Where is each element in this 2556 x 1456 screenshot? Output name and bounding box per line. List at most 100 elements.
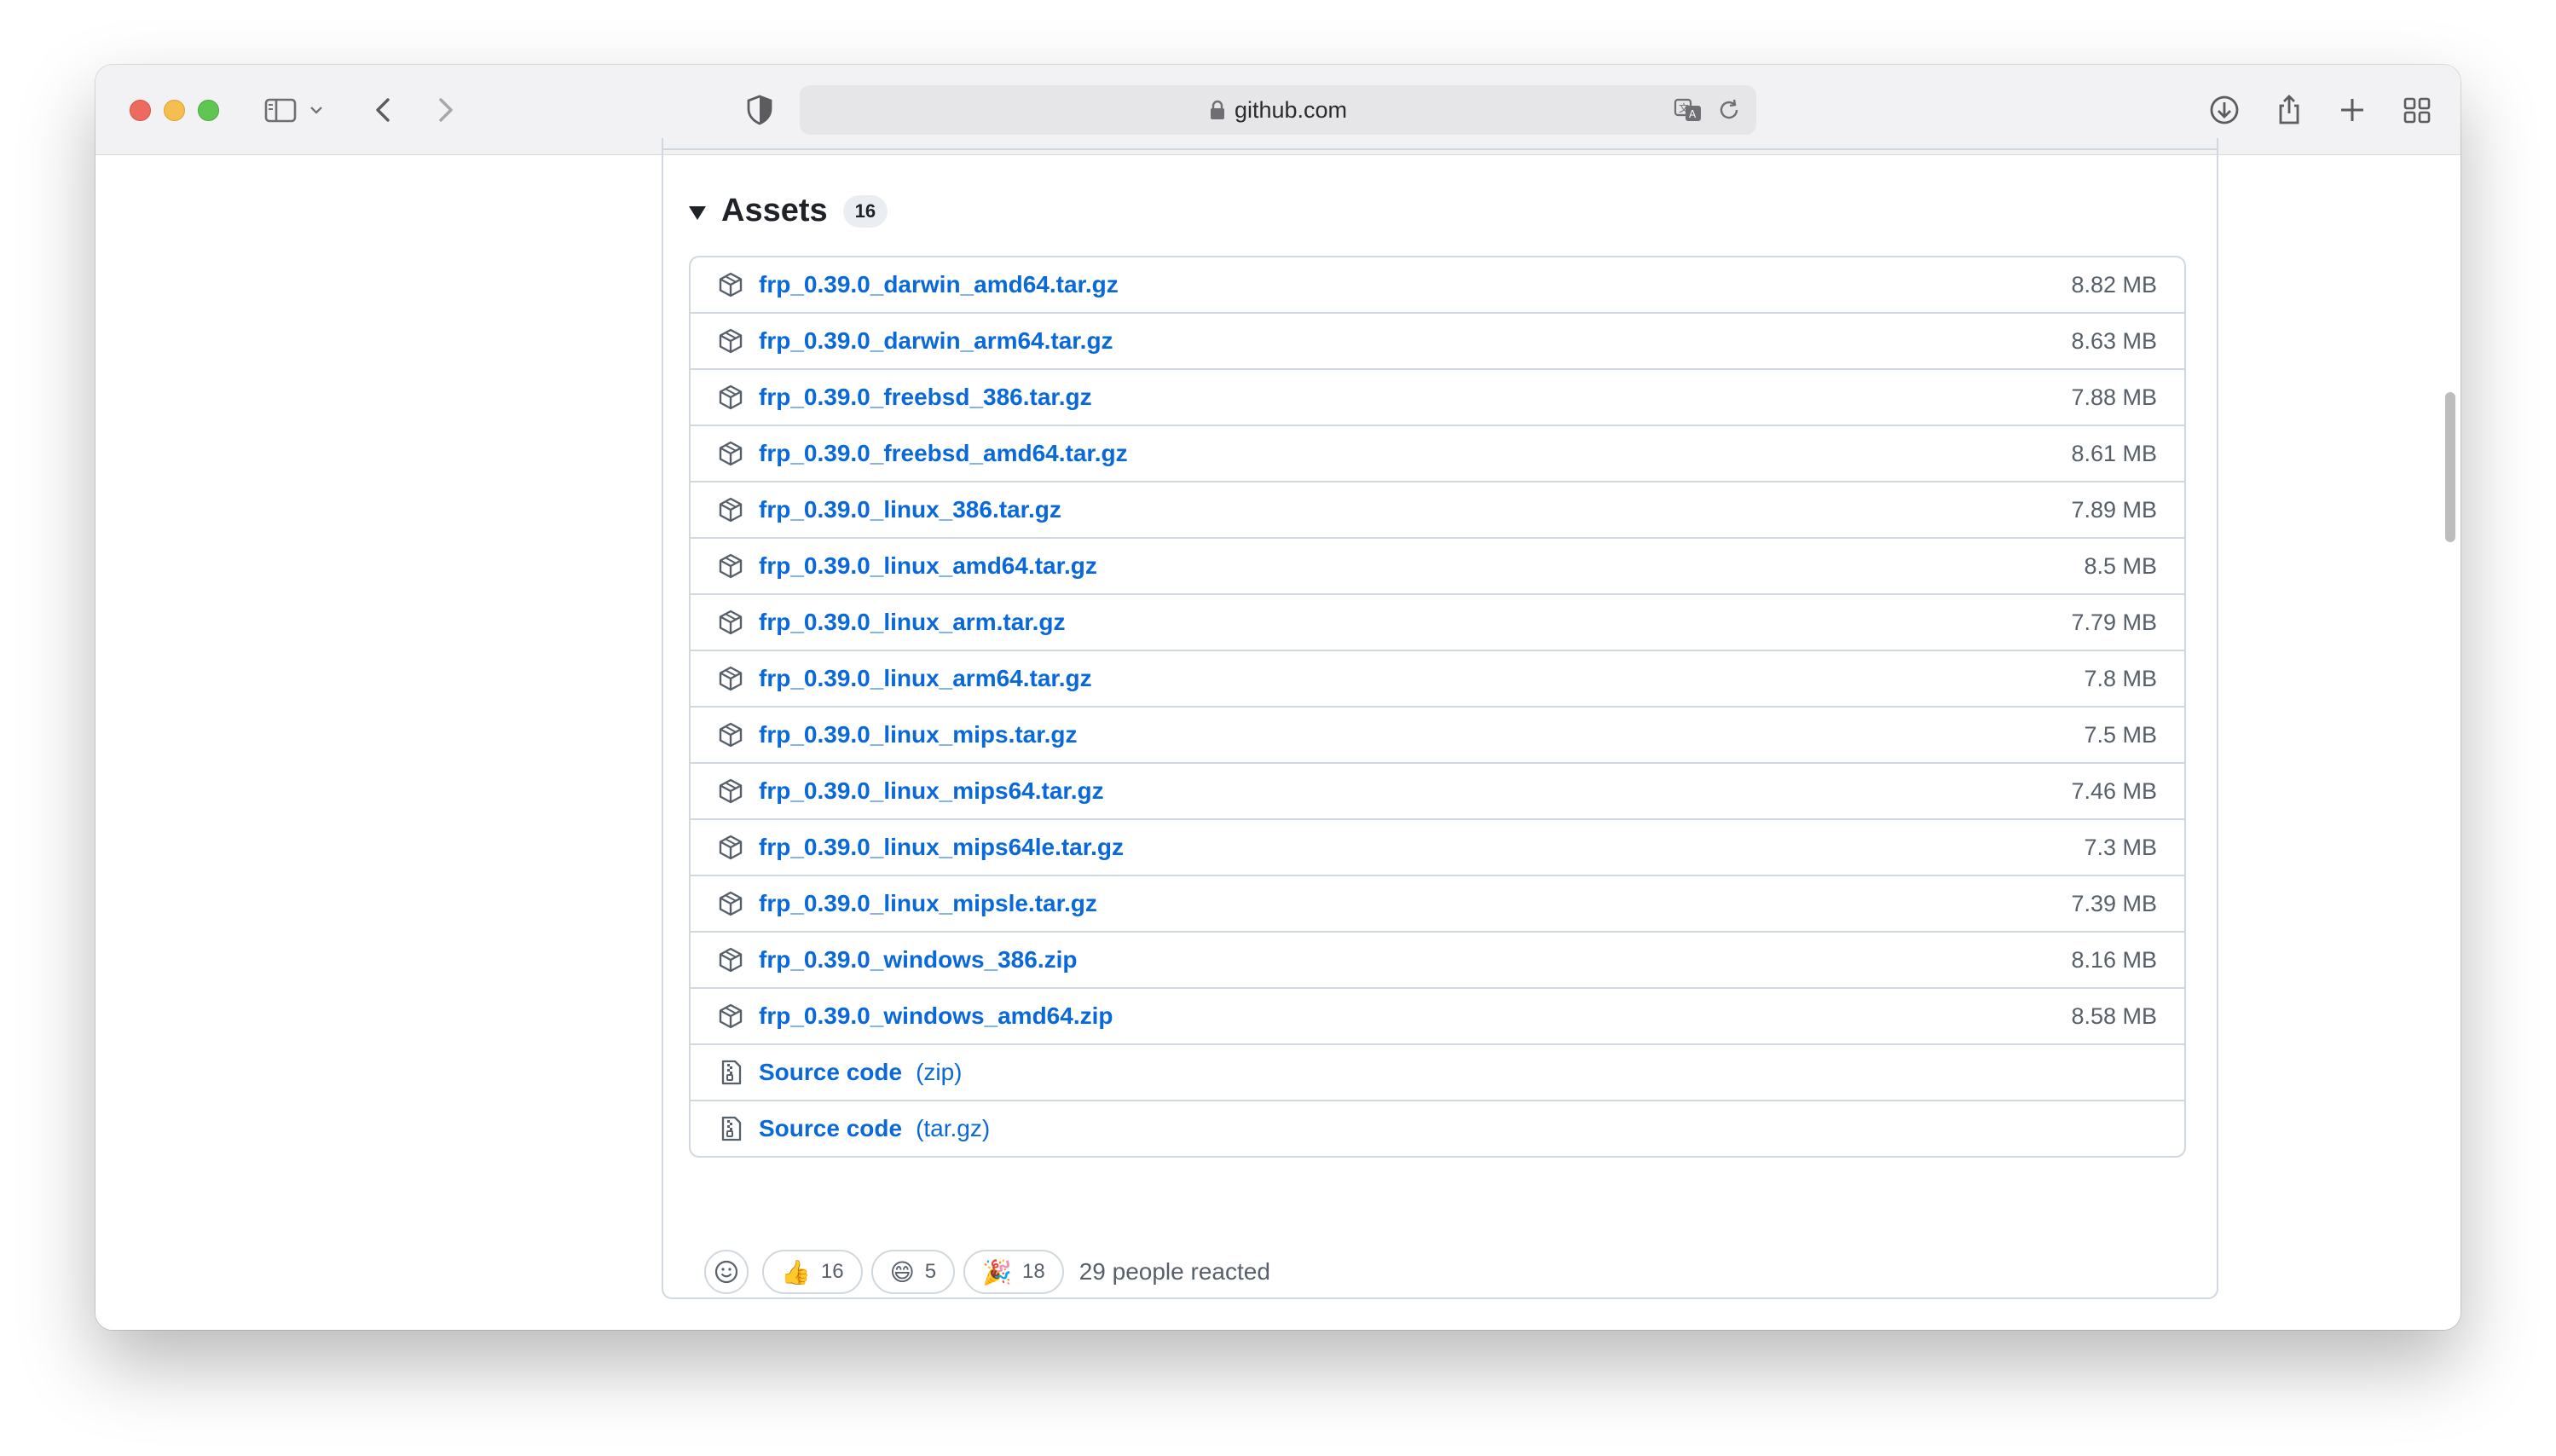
reaction-button[interactable]: 😄 5 [870, 1250, 956, 1294]
back-icon[interactable] [365, 90, 404, 130]
asset-download-link[interactable]: frp_0.39.0_freebsd_amd64.tar.gz [759, 440, 1128, 467]
asset-size: 8.61 MB [2071, 440, 2157, 466]
reload-icon[interactable] [1712, 93, 1746, 127]
asset-row: frp_0.39.0_linux_mips.tar.gz 7.5 MB [691, 706, 2184, 762]
asset-size: 8.63 MB [2071, 327, 2157, 354]
chevron-down-icon[interactable] [304, 90, 329, 130]
downloads-icon[interactable] [2205, 90, 2244, 130]
asset-download-link[interactable]: frp_0.39.0_linux_arm.tar.gz [759, 609, 1066, 636]
forward-icon[interactable] [425, 90, 464, 130]
package-icon [719, 891, 743, 916]
asset-size: 7.8 MB [2084, 665, 2157, 691]
asset-row: frp_0.39.0_windows_amd64.zip 8.58 MB [691, 987, 2184, 1043]
asset-row: frp_0.39.0_freebsd_386.tar.gz 7.88 MB [691, 368, 2184, 425]
package-icon [719, 835, 743, 860]
reactions-summary: 29 people reacted [1078, 1258, 1270, 1285]
asset-download-link[interactable]: frp_0.39.0_linux_mips64le.tar.gz [759, 834, 1124, 861]
caret-down-icon[interactable] [689, 205, 706, 220]
asset-size: 7.39 MB [2071, 890, 2157, 916]
asset-download-link[interactable]: frp_0.39.0_windows_386.zip [759, 946, 1078, 974]
asset-row: frp_0.39.0_freebsd_amd64.tar.gz 8.61 MB [691, 425, 2184, 481]
package-icon [719, 328, 743, 354]
asset-download-link[interactable]: frp_0.39.0_linux_arm64.tar.gz [759, 665, 1092, 692]
svg-text:A: A [1689, 108, 1697, 120]
reaction-count: 18 [1022, 1260, 1045, 1283]
asset-size: 7.3 MB [2084, 834, 2157, 860]
asset-size: 7.89 MB [2071, 496, 2157, 523]
address-bar[interactable]: github.com 文A [800, 85, 1756, 135]
asset-row: frp_0.39.0_darwin_arm64.tar.gz 8.63 MB [691, 312, 2184, 368]
reaction-button[interactable]: 👍 16 [762, 1250, 863, 1294]
package-icon [719, 497, 743, 523]
asset-download-link[interactable]: frp_0.39.0_linux_mips64.tar.gz [759, 777, 1104, 805]
source-code-row: Source code (zip) [691, 1043, 2184, 1100]
reaction-emoji: 🎉 [982, 1257, 1013, 1286]
minimize-window-button[interactable] [164, 100, 185, 121]
source-code-format[interactable]: (zip) [916, 1059, 962, 1086]
address-url: github.com [1234, 96, 1348, 123]
asset-download-link[interactable]: frp_0.39.0_darwin_amd64.tar.gz [759, 271, 1119, 298]
tab-overview-icon[interactable] [2397, 90, 2437, 130]
reaction-count: 5 [924, 1260, 937, 1283]
asset-size: 7.46 MB [2071, 777, 2157, 804]
share-icon[interactable] [2270, 90, 2309, 130]
reaction-emoji: 👍 [781, 1257, 811, 1286]
reactions-bar: 👍 16 😄 5 🎉 18 29 people reacted [704, 1250, 1270, 1294]
reaction-button[interactable]: 🎉 18 [963, 1250, 1064, 1294]
package-icon [719, 666, 743, 691]
lock-icon [1210, 100, 1224, 119]
vertical-scrollbar[interactable] [2445, 392, 2455, 542]
source-code-format[interactable]: (tar.gz) [916, 1115, 990, 1142]
source-code-link[interactable]: Source code [759, 1059, 902, 1086]
package-icon [719, 1003, 743, 1029]
assets-header[interactable]: Assets 16 [689, 193, 888, 229]
asset-size: 7.79 MB [2071, 609, 2157, 635]
asset-size: 7.5 MB [2084, 721, 2157, 748]
asset-size: 8.16 MB [2071, 946, 2157, 973]
asset-row: frp_0.39.0_linux_mips64le.tar.gz 7.3 MB [691, 818, 2184, 875]
package-icon [719, 947, 743, 973]
asset-row: frp_0.39.0_linux_386.tar.gz 7.89 MB [691, 481, 2184, 537]
asset-download-link[interactable]: frp_0.39.0_linux_mips.tar.gz [759, 721, 1078, 748]
release-card: Assets 16 frp_0.39.0_darwin_amd64.tar.gz… [662, 138, 2218, 1299]
package-icon [719, 722, 743, 748]
translate-icon[interactable]: 文A [1671, 93, 1705, 127]
privacy-shield-icon[interactable] [740, 90, 779, 130]
assets-count-badge: 16 [842, 194, 888, 228]
asset-download-link[interactable]: frp_0.39.0_linux_386.tar.gz [759, 496, 1061, 523]
zoom-window-button[interactable] [198, 100, 219, 121]
asset-row: frp_0.39.0_linux_amd64.tar.gz 8.5 MB [691, 537, 2184, 593]
reaction-emoji: 😄 [889, 1257, 915, 1286]
add-reaction-button[interactable] [704, 1250, 749, 1294]
smiley-icon [714, 1260, 738, 1284]
asset-row: frp_0.39.0_linux_mips64.tar.gz 7.46 MB [691, 762, 2184, 818]
package-icon [719, 553, 743, 579]
new-tab-icon[interactable] [2333, 90, 2372, 130]
asset-size: 8.82 MB [2071, 271, 2157, 298]
asset-size: 7.88 MB [2071, 384, 2157, 410]
package-icon [719, 384, 743, 410]
reaction-count: 16 [820, 1260, 844, 1283]
asset-download-link[interactable]: frp_0.39.0_darwin_arm64.tar.gz [759, 327, 1113, 355]
asset-row: frp_0.39.0_linux_arm64.tar.gz 7.8 MB [691, 650, 2184, 706]
asset-size: 8.5 MB [2084, 552, 2157, 579]
page-content: Assets 16 frp_0.39.0_darwin_amd64.tar.gz… [95, 138, 2461, 1330]
file-zip-icon [721, 1116, 742, 1141]
source-code-row: Source code (tar.gz) [691, 1100, 2184, 1156]
asset-download-link[interactable]: frp_0.39.0_windows_amd64.zip [759, 1002, 1113, 1030]
asset-size: 8.58 MB [2071, 1002, 2157, 1029]
asset-download-link[interactable]: frp_0.39.0_linux_amd64.tar.gz [759, 552, 1097, 580]
asset-download-link[interactable]: frp_0.39.0_freebsd_386.tar.gz [759, 384, 1092, 411]
asset-row: frp_0.39.0_linux_mipsle.tar.gz 7.39 MB [691, 875, 2184, 931]
sidebar-toggle-icon[interactable] [261, 90, 300, 130]
close-window-button[interactable] [130, 100, 151, 121]
divider [663, 148, 2217, 150]
source-code-link[interactable]: Source code [759, 1115, 902, 1142]
package-icon [719, 610, 743, 635]
asset-download-link[interactable]: frp_0.39.0_linux_mipsle.tar.gz [759, 890, 1097, 917]
reaction-pills: 👍 16 😄 5 🎉 18 [762, 1250, 1073, 1294]
package-icon [719, 778, 743, 804]
svg-text:文: 文 [1679, 101, 1689, 114]
assets-title: Assets [721, 193, 828, 228]
asset-row: frp_0.39.0_windows_386.zip 8.16 MB [691, 931, 2184, 987]
